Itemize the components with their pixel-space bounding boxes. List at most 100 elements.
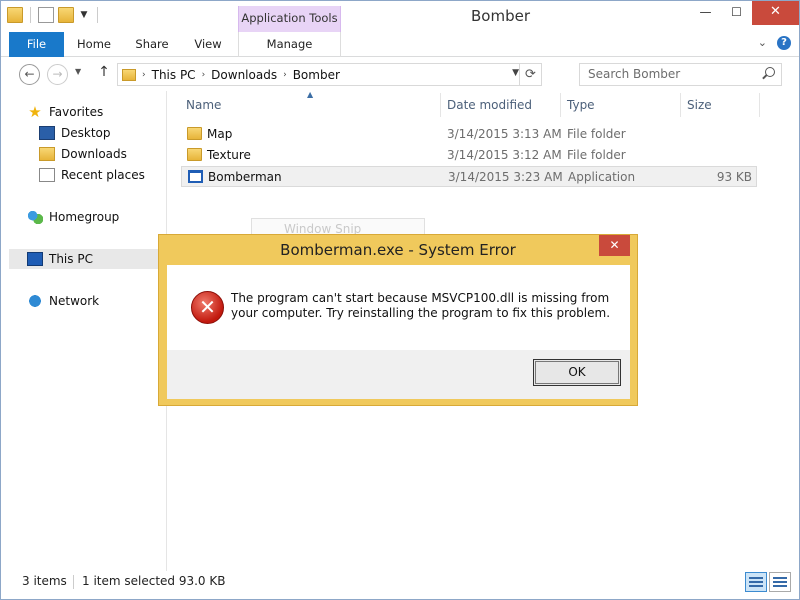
tab-view[interactable]: View <box>185 32 231 57</box>
star-icon: ★ <box>28 103 42 121</box>
folder-icon <box>122 68 136 81</box>
recent-locations-arrow-icon[interactable]: ▼ <box>75 67 81 76</box>
nav-item-label: Downloads <box>61 147 127 161</box>
back-button[interactable]: ← <box>19 64 40 85</box>
address-bar[interactable]: › This PC › Downloads › Bomber ▼ ⟳ <box>117 63 542 86</box>
nav-item-homegroup[interactable]: Homegroup <box>27 210 119 224</box>
details-view-button[interactable] <box>745 572 767 592</box>
dialog-close-button[interactable]: ✕ <box>599 235 630 256</box>
folder-icon <box>187 127 202 140</box>
file-date: 3/14/2015 3:13 AM <box>447 127 562 141</box>
dialog-title: Bomberman.exe - System Error <box>280 241 516 259</box>
contextual-tab-application-tools: Application Tools <box>238 6 341 32</box>
tab-manage[interactable]: Manage <box>238 32 341 57</box>
application-icon <box>188 170 203 183</box>
ribbon-right-controls: ⌄ ? <box>758 36 791 50</box>
navigation-pane: ★ Favorites Desktop Downloads Recent pla… <box>1 91 167 571</box>
selection-info: 1 item selected 93.0 KB <box>82 574 226 588</box>
column-header-type[interactable]: Type <box>567 98 595 112</box>
breadcrumb-downloads[interactable]: Downloads <box>211 68 277 82</box>
window-controls: — ☐ ✕ <box>690 1 799 25</box>
file-type: File folder <box>567 148 626 162</box>
search-input[interactable]: Search Bomber <box>579 63 782 86</box>
ribbon-tabs: File Home Share View Manage ⌄ ? <box>1 32 799 57</box>
nav-item-label: Network <box>49 294 100 308</box>
downloads-icon <box>39 147 55 161</box>
recent-places-icon <box>39 168 55 182</box>
file-type: Application <box>568 170 636 184</box>
window-title: Bomber <box>471 7 530 25</box>
system-error-dialog: Bomberman.exe - System Error ✕ ✕ The pro… <box>158 234 638 406</box>
network-icon <box>27 294 43 308</box>
close-button[interactable]: ✕ <box>752 1 799 25</box>
file-name: Map <box>207 127 233 141</box>
column-header-date[interactable]: Date modified <box>447 98 532 112</box>
column-header-name[interactable]: Name <box>186 98 221 112</box>
breadcrumb-separator[interactable]: › <box>283 70 287 80</box>
search-icon[interactable] <box>765 67 775 77</box>
nav-item-label: Recent places <box>61 168 145 182</box>
status-bar: 3 items 1 item selected 93.0 KB <box>1 571 799 599</box>
nav-item-this-pc[interactable]: This PC <box>27 252 93 266</box>
column-header-size[interactable]: Size <box>687 98 712 112</box>
file-date: 3/14/2015 3:23 AM <box>448 170 563 184</box>
file-type: File folder <box>567 127 626 141</box>
file-row-map[interactable]: Map 3/14/2015 3:13 AM File folder <box>181 124 757 145</box>
dialog-message: The program can't start because MSVCP100… <box>231 291 611 320</box>
search-placeholder: Search Bomber <box>588 67 681 81</box>
nav-item-favorites[interactable]: ★ Favorites <box>27 103 104 121</box>
computer-icon <box>27 252 43 266</box>
nav-item-label: Favorites <box>49 105 104 119</box>
nav-item-recent-places[interactable]: Recent places <box>39 168 145 182</box>
breadcrumb-separator[interactable]: › <box>202 70 206 80</box>
nav-item-label: This PC <box>49 252 93 266</box>
breadcrumb-this-pc[interactable]: This PC <box>152 68 196 82</box>
toolbar-separator <box>97 7 98 23</box>
breadcrumb-bomber[interactable]: Bomber <box>293 68 340 82</box>
dialog-body: ✕ The program can't start because MSVCP1… <box>167 265 630 350</box>
expand-ribbon-icon[interactable]: ⌄ <box>758 36 767 50</box>
forward-button[interactable]: → <box>47 64 68 85</box>
column-divider[interactable] <box>759 93 760 117</box>
column-divider[interactable] <box>560 93 561 117</box>
tab-home[interactable]: Home <box>71 32 117 57</box>
nav-item-downloads[interactable]: Downloads <box>39 147 127 161</box>
file-date: 3/14/2015 3:12 AM <box>447 148 562 162</box>
error-icon: ✕ <box>191 291 224 324</box>
folder-icon <box>187 148 202 161</box>
address-dropdown-icon[interactable]: ▼ <box>512 68 519 78</box>
tab-share[interactable]: Share <box>129 32 175 57</box>
title-bar: ▼ Application Tools Bomber — ☐ ✕ <box>1 1 799 32</box>
customize-toolbar-arrow-icon[interactable]: ▼ <box>78 10 90 20</box>
nav-item-network[interactable]: Network <box>27 294 99 308</box>
ok-button[interactable]: OK <box>533 359 621 386</box>
refresh-icon[interactable]: ⟳ <box>519 64 541 85</box>
toolbar-separator <box>30 7 31 23</box>
file-name: Texture <box>207 148 251 162</box>
sort-ascending-icon: ▲ <box>307 90 314 99</box>
file-name: Bomberman <box>208 170 282 184</box>
up-button[interactable]: ↑ <box>96 64 112 80</box>
minimize-button[interactable]: — <box>690 1 721 25</box>
dialog-footer: OK <box>167 350 630 399</box>
column-divider[interactable] <box>440 93 441 117</box>
nav-item-label: Desktop <box>61 126 111 140</box>
navigation-bar: ← → ▼ ↑ › This PC › Downloads › Bomber ▼… <box>1 58 799 90</box>
new-folder-icon[interactable] <box>58 7 74 23</box>
help-icon[interactable]: ? <box>777 36 791 50</box>
maximize-button[interactable]: ☐ <box>721 1 752 25</box>
homegroup-icon <box>27 210 43 224</box>
desktop-icon <box>39 126 55 140</box>
folder-icon <box>7 7 23 23</box>
column-headers: ▲ Name Date modified Type Size <box>167 90 799 117</box>
file-row-bomberman[interactable]: Bomberman 3/14/2015 3:23 AM Application … <box>181 166 757 187</box>
large-icons-view-button[interactable] <box>769 572 791 592</box>
nav-item-desktop[interactable]: Desktop <box>39 126 111 140</box>
column-divider[interactable] <box>680 93 681 117</box>
properties-icon[interactable] <box>38 7 54 23</box>
item-count: 3 items <box>22 574 67 588</box>
status-separator <box>73 575 74 589</box>
tab-file[interactable]: File <box>9 32 64 57</box>
file-row-texture[interactable]: Texture 3/14/2015 3:12 AM File folder <box>181 145 757 166</box>
breadcrumb-separator[interactable]: › <box>142 70 146 80</box>
